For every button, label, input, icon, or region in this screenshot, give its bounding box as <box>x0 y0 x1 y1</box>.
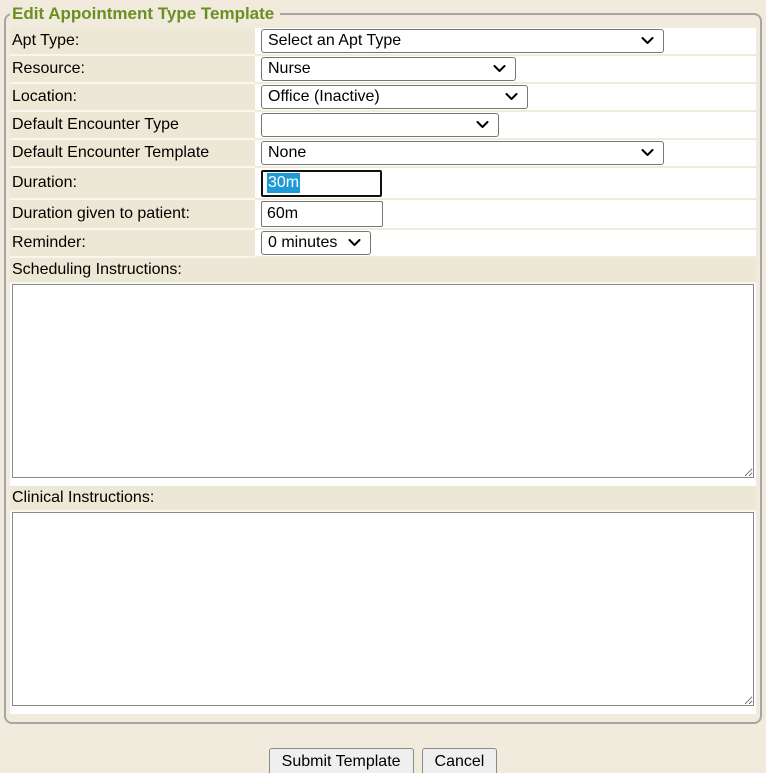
duration-label: Duration: <box>10 168 255 200</box>
form-row-location: Location: Office (Inactive) <box>10 84 756 112</box>
scheduling-instructions-label: Scheduling Instructions: <box>10 258 756 284</box>
clinical-instructions-textarea[interactable] <box>12 512 754 706</box>
default-encounter-template-label: Default Encounter Template <box>10 140 255 168</box>
duration-selected-text: 30m <box>267 173 300 193</box>
chevron-down-icon <box>641 37 654 45</box>
form-row-duration-given-to-patient: Duration given to patient: <box>10 200 756 230</box>
form-row-default-encounter-template: Default Encounter Template None <box>10 140 756 168</box>
default-encounter-template-select[interactable]: None <box>261 141 664 165</box>
location-selected-value: Office (Inactive) <box>268 88 380 106</box>
form-row-default-encounter-type: Default Encounter Type <box>10 112 756 140</box>
duration-input[interactable]: 30m <box>261 170 382 197</box>
chevron-down-icon <box>476 121 489 129</box>
chevron-down-icon <box>505 93 518 101</box>
form-row-resource: Resource: Nurse <box>10 56 756 84</box>
chevron-down-icon <box>493 65 506 73</box>
cancel-button[interactable]: Cancel <box>422 748 498 773</box>
apt-type-selected-value: Select an Apt Type <box>268 32 401 50</box>
form-row-duration: Duration: 30m <box>10 168 756 200</box>
scheduling-instructions-textarea[interactable] <box>12 284 754 478</box>
page-title: Edit Appointment Type Template <box>10 4 280 24</box>
page: Edit Appointment Type Template Apt Type:… <box>0 0 766 773</box>
form-row-apt-type: Apt Type: Select an Apt Type <box>10 28 756 56</box>
chevron-down-icon <box>348 239 361 247</box>
apt-type-label: Apt Type: <box>10 28 255 56</box>
location-select[interactable]: Office (Inactive) <box>261 85 528 109</box>
default-encounter-type-label: Default Encounter Type <box>10 112 255 140</box>
edit-appointment-type-template-fieldset: Edit Appointment Type Template Apt Type:… <box>4 4 762 724</box>
clinical-instructions-label: Clinical Instructions: <box>10 486 756 512</box>
clinical-instructions-row <box>10 512 756 714</box>
reminder-label: Reminder: <box>10 230 255 258</box>
resource-select[interactable]: Nurse <box>261 57 516 81</box>
form-row-reminder: Reminder: 0 minutes <box>10 230 756 258</box>
form-actions: Submit Template Cancel <box>4 748 762 773</box>
duration-given-to-patient-label: Duration given to patient: <box>10 200 255 230</box>
submit-template-button[interactable]: Submit Template <box>269 748 414 773</box>
reminder-select[interactable]: 0 minutes <box>261 231 371 255</box>
chevron-down-icon <box>641 149 654 157</box>
resource-label: Resource: <box>10 56 255 84</box>
resource-selected-value: Nurse <box>268 60 311 78</box>
default-encounter-template-selected-value: None <box>268 144 306 162</box>
location-label: Location: <box>10 84 255 112</box>
default-encounter-type-select[interactable] <box>261 113 499 137</box>
duration-given-to-patient-input[interactable] <box>261 201 383 227</box>
reminder-selected-value: 0 minutes <box>268 234 337 252</box>
scheduling-instructions-row <box>10 284 756 486</box>
apt-type-select[interactable]: Select an Apt Type <box>261 29 664 53</box>
